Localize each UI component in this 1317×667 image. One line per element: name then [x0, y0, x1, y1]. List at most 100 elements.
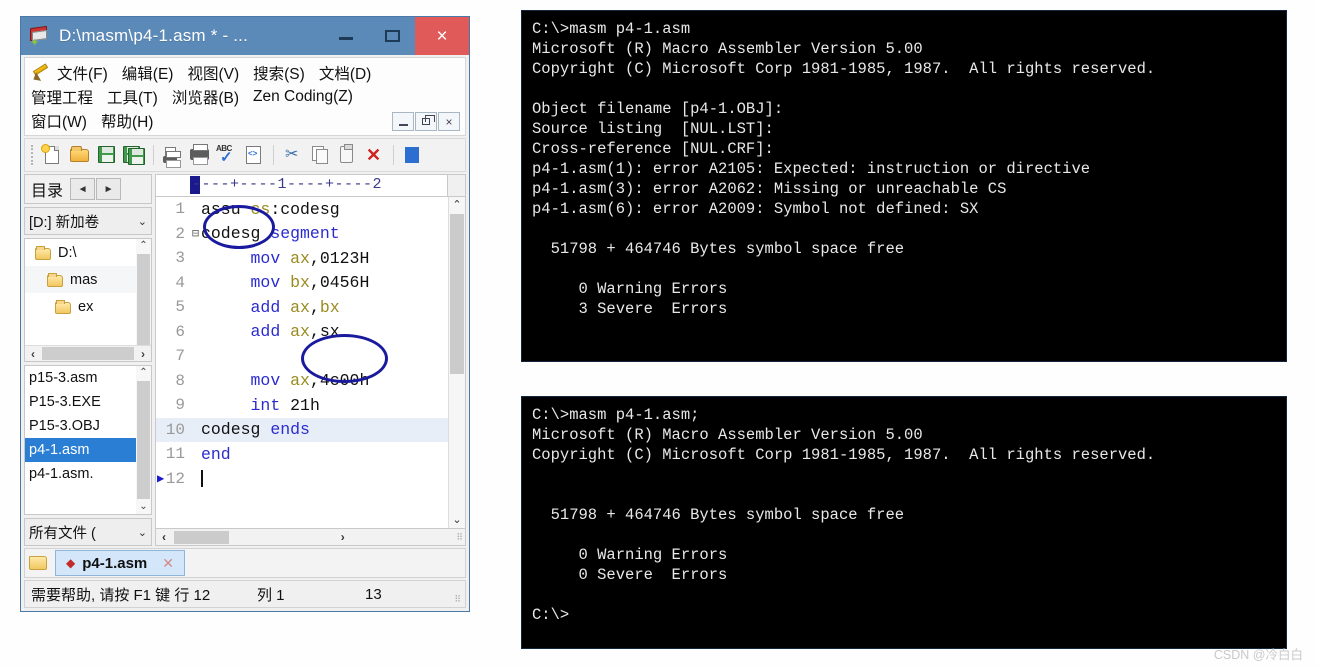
toolbar-grip[interactable] — [31, 145, 35, 165]
code-line[interactable]: 9 int 21h — [156, 393, 448, 418]
hscroll-thumb[interactable] — [42, 347, 134, 360]
scroll-up-icon[interactable]: ⌃ — [139, 239, 147, 253]
code-line-text: codesg segment — [201, 224, 340, 244]
file-filter-select[interactable]: 所有文件 ( ⌄ — [24, 518, 152, 546]
editor-hscrollbar[interactable]: ‹ › ⠿ — [155, 529, 466, 546]
menu-item-edit[interactable]: 编辑(E) — [122, 62, 174, 84]
open-folder-icon[interactable] — [68, 143, 92, 167]
mdi-minimize-button[interactable] — [392, 112, 414, 131]
menu-item-view[interactable]: 视图(V) — [187, 62, 239, 84]
editor-vscrollbar[interactable]: ⌃ ⌄ — [448, 197, 465, 528]
file-list-vscrollbar[interactable]: ⌃ ⌄ — [136, 366, 151, 514]
folder-tree-hscrollbar[interactable]: ‹ › — [25, 345, 151, 361]
drive-select-value: [D:] 新加卷 — [29, 214, 100, 231]
save-icon[interactable] — [95, 143, 119, 167]
page-setup-icon[interactable] — [161, 143, 185, 168]
menu-item-search[interactable]: 搜索(S) — [253, 62, 305, 84]
line-number: 2 — [175, 224, 185, 243]
code-area[interactable]: 1 assu cs:codesg 2 ⊟ codesg segment 3 mov ax,… — [155, 196, 466, 529]
file-list-item[interactable]: P15-3.OBJ — [25, 414, 151, 438]
code-line[interactable]: ▶ 12 — [156, 467, 448, 492]
folder-tree-vscrollbar[interactable]: ⌃ ⌄ — [136, 239, 151, 361]
scroll-down-icon[interactable]: ⌄ — [139, 500, 147, 514]
scroll-down-icon[interactable]: ⌄ — [452, 512, 461, 528]
cut-icon[interactable]: ✂ — [281, 143, 305, 167]
scroll-left-icon[interactable]: ‹ — [25, 347, 41, 361]
folder-tree[interactable]: D:\ mas ex ⌃ ⌄ ‹ › — [24, 238, 152, 362]
fold-marker-icon[interactable]: ⊟ — [190, 226, 201, 241]
tab-p4-1-asm[interactable]: ◆ p4-1.asm ✕ — [55, 550, 186, 576]
menu-item-window[interactable]: 窗口(W) — [31, 110, 87, 132]
code-line[interactable]: 5 add ax,bx — [156, 295, 448, 320]
scroll-right-icon[interactable]: › — [135, 347, 151, 361]
scroll-thumb[interactable] — [450, 214, 464, 374]
code-lines[interactable]: 1 assu cs:codesg 2 ⊟ codesg segment 3 mov ax,… — [156, 197, 448, 528]
tab-close-icon[interactable]: ✕ — [162, 555, 174, 572]
nav-next-button[interactable]: ► — [96, 178, 122, 200]
minimize-button[interactable] — [323, 17, 369, 55]
code-line[interactable]: 11 end — [156, 442, 448, 467]
line-number: 7 — [175, 347, 185, 366]
code-line[interactable]: 4 mov bx,0456H — [156, 271, 448, 296]
menu-item-document[interactable]: 文档(D) — [319, 62, 372, 84]
mdi-close-button[interactable]: × — [438, 112, 460, 131]
menu-item-zen-coding[interactable]: Zen Coding(Z) — [253, 88, 353, 106]
folder-tree-item[interactable]: D:\ — [25, 239, 151, 266]
file-list-item[interactable]: p15-3.asm — [25, 366, 151, 390]
blue-bar-icon[interactable] — [401, 143, 425, 167]
scroll-thumb[interactable] — [137, 381, 150, 499]
file-list-item[interactable]: p4-1.asm — [25, 438, 151, 462]
file-list-item[interactable]: p4-1.asm. — [25, 462, 151, 486]
spellcheck-icon[interactable]: ABC ✓ — [215, 143, 239, 167]
scroll-up-icon[interactable]: ⌃ — [139, 366, 147, 380]
new-file-icon[interactable] — [41, 143, 65, 167]
menu-item-file[interactable]: 文件(F) — [57, 62, 108, 84]
file-list-item[interactable]: P15-3.EXE — [25, 390, 151, 414]
resize-grip-icon[interactable]: ⠿ — [456, 532, 463, 543]
hscroll-thumb[interactable] — [174, 530, 229, 544]
console-line: C:\> — [532, 606, 570, 624]
close-button[interactable]: × — [415, 17, 469, 55]
console-line: Microsoft (R) Macro Assembler Version 5.… — [532, 40, 923, 58]
paste-icon[interactable] — [335, 143, 359, 167]
menu-item-tools[interactable]: 工具(T) — [107, 86, 158, 108]
code-line[interactable]: 2 ⊟ codesg segment — [156, 222, 448, 247]
app-icon: ✦ — [29, 25, 51, 49]
scroll-right-icon[interactable]: › — [335, 530, 351, 544]
menu-item-browser[interactable]: 浏览器(B) — [172, 86, 239, 108]
console-line: Cross-reference [NUL.CRF]: — [532, 140, 774, 158]
maximize-button[interactable] — [369, 17, 415, 55]
watermark: CSDN @冷白白 — [1213, 648, 1303, 662]
console-window-success[interactable]: C:\>masm p4-1.asm; Microsoft (R) Macro As… — [521, 396, 1287, 649]
scroll-left-icon[interactable]: ‹ — [156, 530, 172, 544]
console-window-errors[interactable]: C:\>masm p4-1.asm Microsoft (R) Macro Ass… — [521, 10, 1287, 362]
line-number: 3 — [175, 249, 185, 268]
code-line[interactable]: 3 mov ax,0123H — [156, 246, 448, 271]
masm-editor-window: ✦ D:\masm\p4-1.asm * - ... × 文件(F) 编辑(E)… — [20, 16, 470, 612]
code-line[interactable]: 1 assu cs:codesg — [156, 197, 448, 222]
menu-item-help[interactable]: 帮助(H) — [101, 110, 154, 132]
mdi-restore-button[interactable] — [415, 112, 437, 131]
line-number: 10 — [165, 420, 185, 439]
code-line[interactable]: 7 — [156, 344, 448, 369]
drive-select[interactable]: [D:] 新加卷 ⌄ — [24, 207, 152, 235]
scroll-thumb[interactable] — [137, 254, 150, 346]
folder-tree-item[interactable]: mas — [25, 266, 151, 293]
html-tag-icon[interactable] — [242, 143, 266, 167]
save-all-icon[interactable] — [122, 143, 146, 167]
scroll-up-icon[interactable]: ⌃ — [452, 197, 461, 213]
print-icon[interactable] — [188, 143, 212, 167]
code-line[interactable]: 8 mov ax,4c00h — [156, 369, 448, 394]
code-line[interactable]: 6 add ax,sx — [156, 320, 448, 345]
code-line-text: mov bx,0456H — [250, 273, 370, 293]
file-list[interactable]: p15-3.asm P15-3.EXE P15-3.OBJ p4-1.asm p4-1.… — [24, 365, 152, 515]
nav-prev-button[interactable]: ◄ — [70, 178, 96, 200]
code-line[interactable]: 10 codesg ends — [156, 417, 448, 442]
menu-item-project[interactable]: 管理工程 — [31, 86, 93, 108]
folder-tree-item[interactable]: ex — [25, 293, 151, 320]
status-bar: 需要帮助, 请按 F1 键 行 12 列 1 13 ⠿ — [24, 580, 466, 608]
delete-icon[interactable]: ✕ — [362, 143, 386, 167]
copy-icon[interactable] — [308, 143, 332, 167]
status-resize-grip-icon[interactable]: ⠿ — [454, 594, 461, 605]
